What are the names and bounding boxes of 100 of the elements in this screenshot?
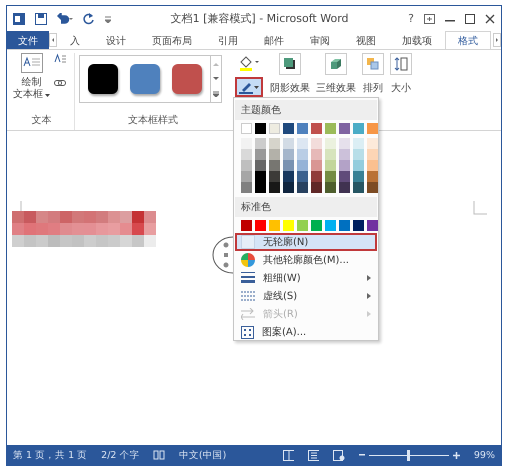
color-swatch[interactable] [269, 160, 280, 171]
color-swatch[interactable] [297, 220, 308, 231]
text-box-icon[interactable] [20, 53, 42, 73]
color-swatch[interactable] [297, 138, 308, 149]
menu-item[interactable]: 其他轮廓颜色(M)... [235, 251, 377, 269]
menu-item[interactable]: 虚线(S) [235, 287, 377, 305]
fill-bucket-icon[interactable] [238, 55, 260, 71]
color-swatch[interactable] [255, 149, 266, 160]
color-swatch[interactable] [339, 182, 350, 193]
language-indicator[interactable]: 中文(中国) [178, 448, 226, 462]
color-swatch[interactable] [367, 182, 378, 193]
color-swatch[interactable] [353, 182, 364, 193]
scroll-right-icon[interactable] [493, 31, 501, 49]
help-button[interactable]: ? [408, 12, 414, 25]
save-icon[interactable] [35, 12, 47, 24]
close-icon[interactable] [485, 14, 495, 24]
color-swatch[interactable] [311, 220, 322, 231]
shape-outline-button[interactable] [235, 77, 263, 97]
color-swatch[interactable] [353, 220, 364, 231]
color-swatch[interactable] [325, 182, 336, 193]
color-swatch[interactable] [283, 160, 294, 171]
color-swatch[interactable] [241, 182, 252, 193]
print-layout-icon[interactable] [308, 450, 320, 460]
color-swatch[interactable] [353, 171, 364, 182]
color-swatch[interactable] [311, 182, 322, 193]
color-swatch[interactable] [367, 138, 378, 149]
customize-toolbar-icon[interactable] [105, 14, 111, 22]
color-swatch[interactable] [311, 123, 322, 134]
color-swatch[interactable] [283, 182, 294, 193]
color-swatch[interactable] [297, 171, 308, 182]
undo-icon[interactable] [57, 12, 73, 24]
color-swatch[interactable] [255, 160, 266, 171]
color-swatch[interactable] [339, 160, 350, 171]
proofing-icon[interactable] [153, 450, 165, 460]
color-swatch[interactable] [241, 171, 252, 182]
shape-style-swatch[interactable] [130, 64, 160, 94]
ribbon-tab[interactable]: 文件 [7, 31, 49, 49]
color-swatch[interactable] [325, 123, 336, 134]
word-count[interactable]: 2/2 个字 [101, 448, 140, 462]
color-swatch[interactable] [325, 138, 336, 149]
color-swatch[interactable] [269, 149, 280, 160]
color-swatch[interactable] [269, 123, 280, 134]
color-swatch[interactable] [269, 171, 280, 182]
menu-item[interactable]: 无轮廓(N) [235, 233, 377, 251]
text-direction-icon[interactable] [54, 53, 66, 65]
color-swatch[interactable] [255, 123, 266, 134]
color-swatch[interactable] [283, 220, 294, 231]
color-swatch[interactable] [367, 160, 378, 171]
color-swatch[interactable] [339, 123, 350, 134]
color-swatch[interactable] [269, 182, 280, 193]
color-swatch[interactable] [339, 171, 350, 182]
more-icon[interactable] [213, 91, 219, 98]
color-swatch[interactable] [297, 182, 308, 193]
read-mode-icon[interactable] [282, 450, 294, 460]
color-swatch[interactable] [353, 160, 364, 171]
color-swatch[interactable] [255, 138, 266, 149]
color-swatch[interactable] [283, 138, 294, 149]
color-swatch[interactable] [367, 149, 378, 160]
color-swatch[interactable] [297, 160, 308, 171]
color-swatch[interactable] [325, 220, 336, 231]
color-swatch[interactable] [325, 171, 336, 182]
color-swatch[interactable] [241, 123, 252, 134]
scroll-up-icon[interactable] [213, 62, 219, 66]
draw-text-box-button[interactable]: 绘制 文本框 [13, 77, 50, 101]
color-swatch[interactable] [339, 220, 350, 231]
menu-item[interactable]: 粗细(W) [235, 269, 377, 287]
color-swatch[interactable] [339, 149, 350, 160]
scroll-left-icon[interactable] [49, 31, 57, 49]
redo-icon[interactable] [83, 12, 95, 24]
color-swatch[interactable] [367, 220, 378, 231]
scroll-down-icon[interactable] [213, 76, 219, 81]
color-swatch[interactable] [255, 171, 266, 182]
color-swatch[interactable] [367, 123, 378, 134]
maximize-icon[interactable] [465, 14, 475, 24]
zoom-in-icon[interactable] [452, 452, 460, 458]
color-swatch[interactable] [241, 149, 252, 160]
link-icon[interactable] [54, 79, 66, 87]
color-swatch[interactable] [353, 138, 364, 149]
ribbon-button[interactable]: 大小 [387, 53, 415, 130]
color-swatch[interactable] [283, 149, 294, 160]
color-swatch[interactable] [311, 138, 322, 149]
color-swatch[interactable] [283, 123, 294, 134]
color-swatch[interactable] [255, 182, 266, 193]
color-swatch[interactable] [367, 171, 378, 182]
color-swatch[interactable] [311, 160, 322, 171]
color-swatch[interactable] [297, 149, 308, 160]
zoom-level[interactable]: 99% [474, 450, 495, 460]
shape-style-swatch[interactable] [88, 64, 118, 94]
color-swatch[interactable] [353, 123, 364, 134]
menu-item[interactable]: 图案(A)... [235, 323, 377, 341]
color-swatch[interactable] [339, 138, 350, 149]
ellipse-shape[interactable] [211, 236, 233, 274]
color-swatch[interactable] [311, 149, 322, 160]
color-swatch[interactable] [325, 149, 336, 160]
shape-style-swatch[interactable] [172, 64, 202, 94]
color-swatch[interactable] [269, 138, 280, 149]
color-swatch[interactable] [241, 160, 252, 171]
ribbon-display-icon[interactable] [424, 14, 435, 24]
color-swatch[interactable] [269, 220, 280, 231]
color-swatch[interactable] [283, 171, 294, 182]
